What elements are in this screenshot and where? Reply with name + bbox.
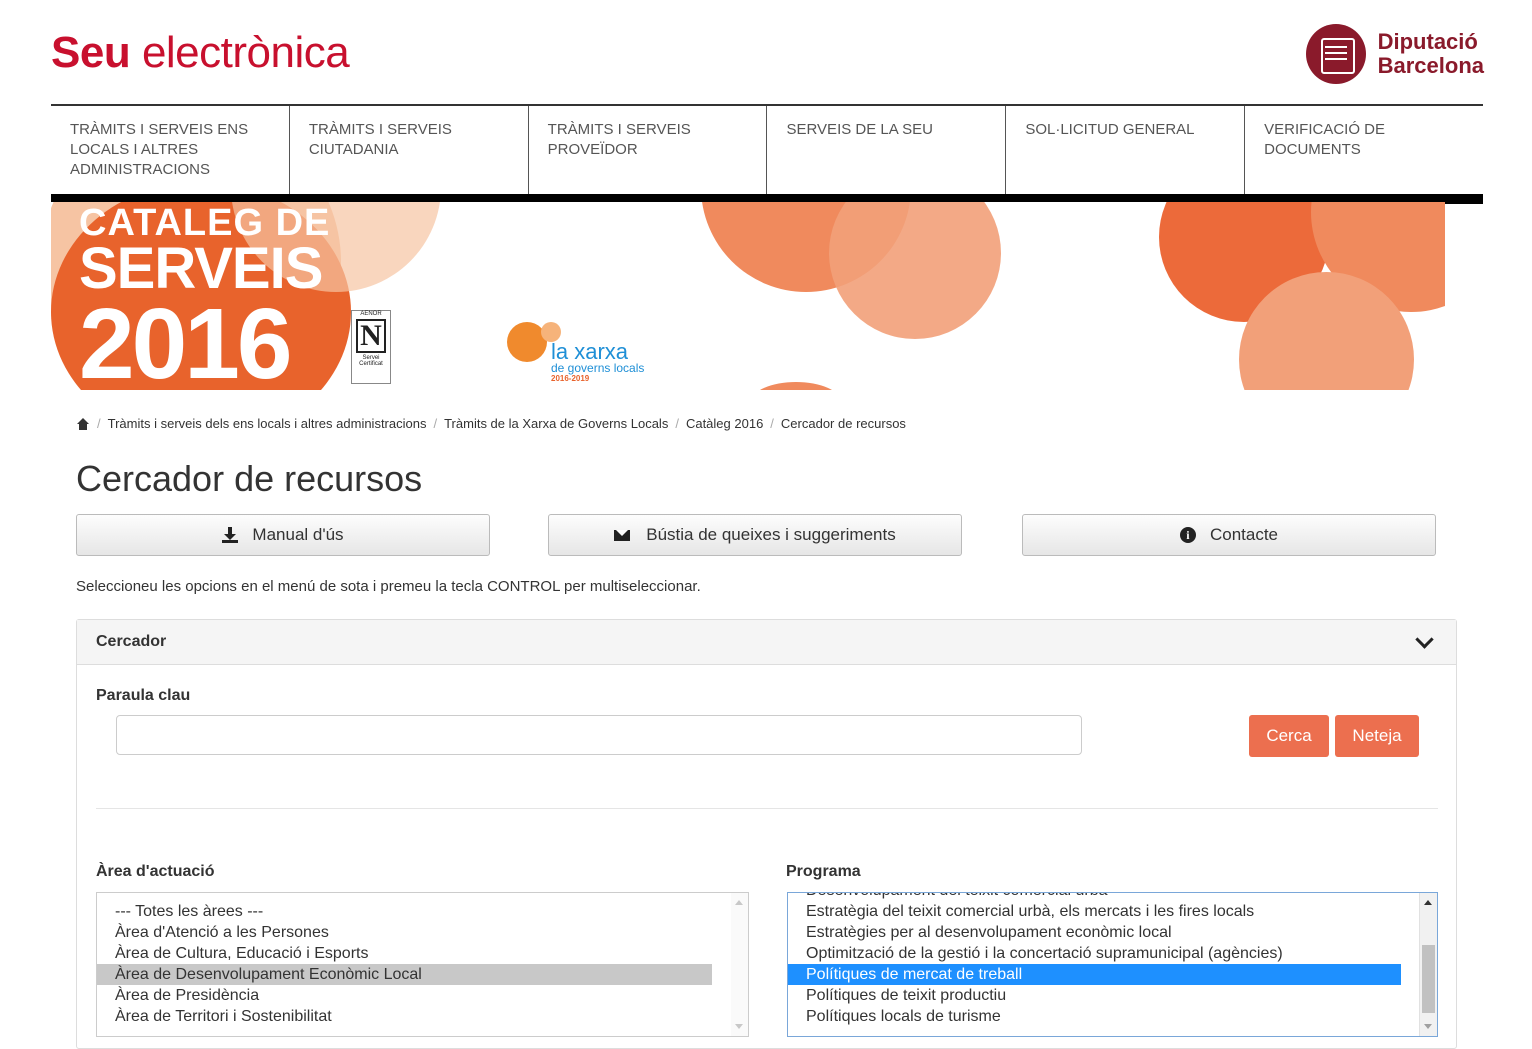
program-option-selected[interactable]: Polítiques de mercat de treball (788, 964, 1401, 985)
keyword-input[interactable] (116, 715, 1082, 755)
breadcrumb-item[interactable]: Catàleg 2016 (686, 416, 763, 431)
info-icon: i (1179, 527, 1196, 543)
download-icon (222, 527, 239, 543)
area-option[interactable]: Àrea de Cultura, Educació i Esports (97, 943, 712, 964)
main-nav: TRÀMITS I SERVEIS ENS LOCALS I ALTRES AD… (51, 104, 1483, 204)
contacte-button[interactable]: i Contacte (1022, 514, 1436, 556)
program-option[interactable]: Polítiques locals de turisme (788, 1006, 1401, 1027)
scroll-down-arrow-icon[interactable] (735, 1024, 743, 1029)
banner-circle (751, 382, 841, 390)
xarxa-logo: la xarxa de governs locals 2016-2019 (551, 339, 645, 384)
area-option[interactable]: Àrea de Presidència (97, 985, 712, 1006)
nav-item-ens-locals[interactable]: TRÀMITS I SERVEIS ENS LOCALS I ALTRES AD… (51, 106, 290, 194)
diputacio-logo[interactable]: Diputació Barcelona (1305, 24, 1484, 84)
area-listbox[interactable]: --- Totes les àrees --- Àrea d'Atenció a… (96, 892, 749, 1037)
org-line2: Barcelona (1377, 53, 1484, 78)
site-brand[interactable]: Seu electrònica (51, 28, 350, 78)
page: Seu electrònica Diputació Barcelona TRÀM… (0, 0, 1532, 1049)
home-icon[interactable] (76, 417, 90, 430)
program-option[interactable]: Estratègies per al desenvolupament econò… (788, 922, 1401, 943)
breadcrumb: / Tràmits i serveis dels ens locals i al… (76, 416, 906, 431)
area-scrollbar[interactable] (731, 893, 748, 1036)
program-listbox[interactable]: Desenvolupament del teixit comercial urb… (787, 892, 1438, 1037)
breadcrumb-item[interactable]: Tràmits de la Xarxa de Governs Locals (444, 416, 668, 431)
search-panel-header[interactable]: Cercador (77, 620, 1456, 665)
aenor-n-icon: N (356, 319, 386, 353)
nav-item-serveis-seu[interactable]: SERVEIS DE LA SEU (767, 106, 1007, 194)
program-label: Programa (786, 863, 861, 880)
scroll-thumb[interactable] (1422, 945, 1435, 1013)
scroll-up-arrow-icon[interactable] (1424, 900, 1432, 905)
area-option-selected[interactable]: Àrea de Desenvolupament Econòmic Local (97, 964, 712, 985)
search-panel-title: Cercador (96, 633, 167, 650)
contacte-button-label: Contacte (1209, 525, 1279, 544)
cataleg-banner: CATALEG DE SERVEIS 2016 AENOR N Servei C… (51, 202, 1445, 390)
bustia-button[interactable]: Bústia de queixes i suggeriments (548, 514, 962, 556)
keyword-label: Paraula clau (96, 687, 191, 704)
nav-item-proveidor[interactable]: TRÀMITS I SERVEIS PROVEÏDOR (529, 106, 768, 194)
brand-bold: Seu (51, 28, 131, 77)
area-option[interactable]: Àrea d'Atenció a les Persones (97, 922, 712, 943)
search-button[interactable]: Cerca (1249, 715, 1329, 757)
xarxa-subtitle: de governs locals (551, 361, 645, 375)
scroll-up-arrow-icon[interactable] (735, 900, 743, 905)
bustia-button-label: Bústia de queixes i suggeriments (646, 525, 896, 544)
xarxa-years: 2016-2019 (551, 374, 590, 383)
nav-item-verificacio[interactable]: VERIFICACIÓ DE DOCUMENTS (1245, 106, 1483, 194)
org-line1: Diputació (1377, 29, 1478, 54)
clear-button[interactable]: Neteja (1335, 715, 1419, 757)
program-option[interactable]: Optimització de la gestió i la concertac… (788, 943, 1401, 964)
banner-circle (829, 202, 1001, 339)
area-option[interactable]: Àrea de Territori i Sostenibilitat (97, 1006, 712, 1027)
breadcrumb-item[interactable]: Tràmits i serveis dels ens locals i altr… (108, 416, 427, 431)
chevron-down-icon[interactable] (1415, 629, 1434, 649)
area-option[interactable]: --- Totes les àrees --- (97, 901, 712, 922)
program-option[interactable]: Estratègia del teixit comercial urbà, el… (788, 901, 1401, 922)
brand-rest: electrònica (141, 28, 350, 77)
program-option[interactable]: Polítiques de teixit productiu (788, 985, 1401, 1006)
xarxa-title: la xarxa (551, 339, 629, 364)
area-label: Àrea d'actuació (96, 863, 215, 880)
nav-item-ciutadania[interactable]: TRÀMITS I SERVEIS CIUTADANIA (290, 106, 529, 194)
scroll-down-arrow-icon[interactable] (1424, 1024, 1432, 1029)
banner-line3: 2016 (79, 288, 292, 390)
breadcrumb-current: Cercador de recursos (780, 416, 906, 431)
manual-button[interactable]: Manual d'ús (76, 514, 490, 556)
manual-button-label: Manual d'ús (252, 525, 344, 544)
program-option[interactable]: Desenvolupament del teixit comercial urb… (788, 893, 1401, 901)
program-scrollbar[interactable] (1419, 893, 1437, 1036)
cataleg-title: CATALEG DE SERVEIS 2016 (79, 204, 330, 390)
page-title: Cercador de recursos (76, 458, 423, 499)
aenor-certification-badge: AENOR N Servei Certificat (351, 310, 391, 384)
envelope-icon (614, 529, 631, 541)
divider (96, 808, 1438, 809)
search-panel: Cercador Paraula clau Cerca Neteja Àrea … (76, 619, 1457, 1049)
instructions-text: Seleccioneu les opcions en el menú de so… (76, 578, 701, 595)
diputacio-seal-icon (1305, 24, 1366, 84)
nav-item-sollicitud[interactable]: SOL·LICITUD GENERAL (1006, 106, 1246, 194)
